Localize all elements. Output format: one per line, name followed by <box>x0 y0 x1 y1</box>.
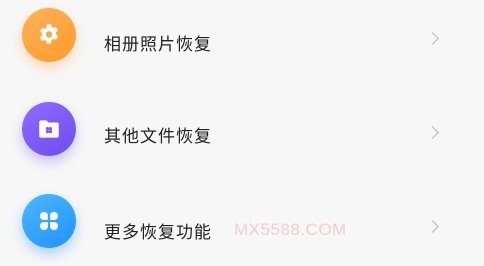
chevron-right-icon <box>426 126 439 139</box>
more-recovery-label: 更多恢复功能 <box>104 223 212 243</box>
other-file-recovery-label: 其他文件恢复 <box>104 127 212 147</box>
gear-icon <box>39 24 59 44</box>
photo-recovery-icon-badge <box>22 8 76 62</box>
file-recovery-icon-badge <box>22 102 76 156</box>
more-recovery-icon-badge <box>22 194 76 248</box>
chevron-right-icon <box>426 32 439 45</box>
photo-recovery-label: 相册照片恢复 <box>104 35 212 55</box>
recovery-menu-list: 相册照片恢复 其他文件恢复 更多恢复功能 <box>0 0 484 253</box>
folder-icon <box>39 120 59 138</box>
four-petal-icon <box>39 211 59 231</box>
watermark-text: MX5588.COM <box>234 220 347 239</box>
menu-item-photo-recovery[interactable]: 相册照片恢复 <box>0 0 484 80</box>
chevron-right-icon <box>426 220 439 233</box>
menu-item-other-file-recovery[interactable]: 其他文件恢复 <box>0 92 484 172</box>
